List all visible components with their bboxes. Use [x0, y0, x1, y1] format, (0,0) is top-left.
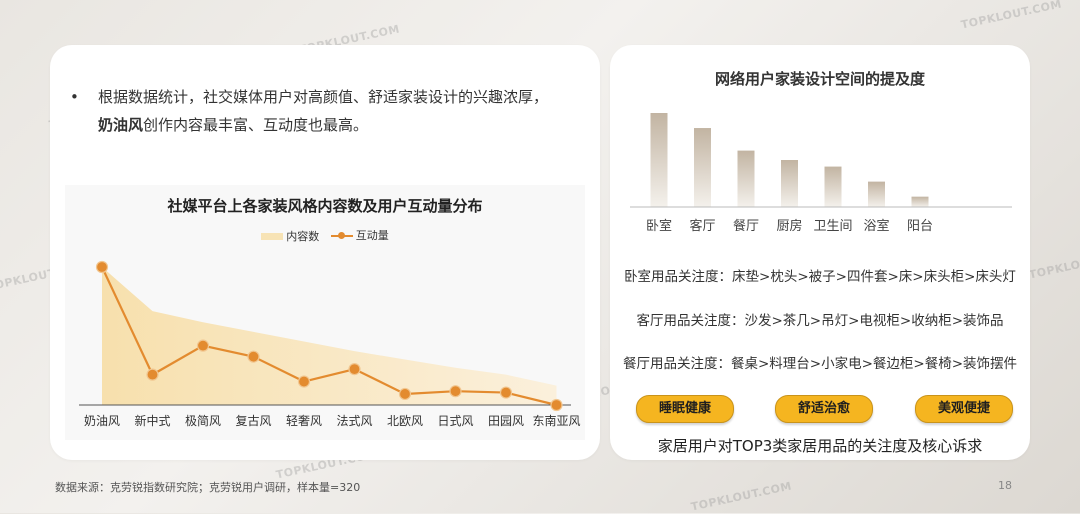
engagement-point	[247, 350, 260, 363]
engagement-point	[297, 375, 311, 388]
style-line-chart: 奶油风 新中式 极简风 复古风 轻奢风 法式风 北欧风 日式风 田园风 东南亚风	[79, 260, 581, 428]
bar-x-tick-label: 厨房	[776, 218, 802, 234]
style-chart-panel: 奶油风 新中式 极简风 复古风 轻奢风 法式风 北欧风 日式风 田园风 东南亚风 社媒平台上各家装…	[65, 185, 585, 440]
bullet-paragraph: • 根据数据统计，社交媒体用户对高颜值、舒适家装设计的兴趣浓厚， 奶油风创作内容最…	[70, 83, 580, 139]
bullet-line-2: 创作内容最丰富、互动度也最高。	[143, 116, 369, 134]
bullet-text: 根据数据统计，社交媒体用户对高颜值、舒适家装设计的兴趣浓厚， 奶油风创作内容最丰富…	[98, 83, 580, 139]
bar-x-tick-label: 浴室	[863, 218, 889, 234]
demand-pill-sleep: 睡眠健康	[636, 395, 734, 423]
watermark: TOPKLOUT.COM	[1027, 247, 1080, 282]
watermark: TOPKLOUT.COM	[959, 0, 1063, 32]
x-tick-label: 复古风	[235, 413, 271, 428]
bar-x-tick-label: 餐厅	[733, 218, 759, 234]
x-tick-label: 日式风	[437, 414, 473, 428]
legend-area-swatch	[261, 232, 284, 240]
engagement-point	[398, 387, 412, 401]
space-bar	[824, 166, 842, 207]
space-bar	[911, 196, 929, 207]
diningroom-focus-line: 餐厅用品关注度：餐桌>料理台>小家电>餐边柜>餐椅>装饰摆件	[622, 356, 1018, 372]
x-tick-label: 北欧风	[387, 414, 423, 428]
x-tick-label: 新中式	[134, 413, 170, 428]
bar-x-tick-label: 阳台	[907, 219, 933, 234]
bedroom-focus-line: 卧室用品关注度：床垫>枕头>被子>四件套>床>床头柜>床头灯	[624, 269, 1016, 285]
demand-pill-comfort: 舒适治愈	[775, 395, 873, 423]
page-number: 18	[998, 479, 1012, 492]
space-bar	[781, 160, 798, 207]
style-chart-legend: 内容数 互动量	[65, 227, 585, 244]
space-bar	[650, 113, 668, 207]
left-card: • 根据数据统计，社交媒体用户对高颜值、舒适家装设计的兴趣浓厚， 奶油风创作内容最…	[50, 45, 600, 460]
x-tick-label: 奶油风	[84, 414, 120, 428]
demand-pill-beauty: 美观便捷	[915, 395, 1013, 423]
x-tick-label: 极简风	[185, 414, 221, 428]
content-count-area	[102, 267, 557, 405]
legend-label-content: 内容数	[286, 230, 320, 243]
legend-label-engagement: 互动量	[355, 229, 389, 242]
legend-item-content: 内容数	[261, 228, 319, 244]
bullet-dot: •	[70, 88, 79, 106]
bar-x-tick-label: 卫生间	[813, 219, 852, 234]
data-source: 数据来源：克劳锐指数研究院；克劳锐用户调研，样本量=320	[55, 481, 361, 494]
space-bar	[868, 181, 885, 207]
space-bar	[737, 150, 755, 207]
right-card: 网络用户家装设计空间的提及度 卧室 客厅 餐厅 厨房 卫生间 浴室 阳台 卧室用品关注度：床…	[610, 45, 1030, 460]
x-tick-label: 田园风	[488, 414, 524, 428]
x-tick-label: 法式风	[336, 414, 372, 428]
engagement-point	[146, 368, 159, 381]
bullet-line-1: 根据数据统计，社交媒体用户对高颜值、舒适家装设计的兴趣浓厚，	[98, 88, 549, 106]
legend-line-swatch	[330, 231, 353, 240]
engagement-point	[449, 385, 462, 398]
x-tick-label: 轻奢风	[286, 414, 322, 428]
watermark: TOPKLOUT.COM	[689, 479, 793, 514]
engagement-point	[550, 398, 563, 412]
space-bar	[694, 128, 711, 207]
engagement-point	[348, 363, 361, 376]
space-bar-chart: 卧室 客厅 餐厅 厨房 卫生间 浴室 阳台	[630, 113, 1012, 234]
demand-caption: 家居用户对TOP3类家居用品的关注度及核心诉求	[657, 437, 983, 455]
livingroom-focus-line: 客厅用品关注度：沙发>茶几>吊灯>电视柜>收纳柜>装饰品	[636, 313, 1004, 329]
engagement-point	[196, 339, 210, 352]
engagement-point	[95, 260, 109, 274]
x-tick-label: 东南亚风	[532, 413, 580, 428]
legend-item-engagement: 互动量	[330, 227, 389, 243]
style-chart-title: 社媒平台上各家装风格内容数及用户互动量分布	[167, 197, 483, 215]
bar-x-tick-label: 卧室	[646, 218, 672, 234]
bullet-bold: 奶油风	[98, 116, 144, 134]
engagement-point	[499, 386, 513, 399]
bar-x-tick-label: 客厅	[689, 218, 715, 234]
